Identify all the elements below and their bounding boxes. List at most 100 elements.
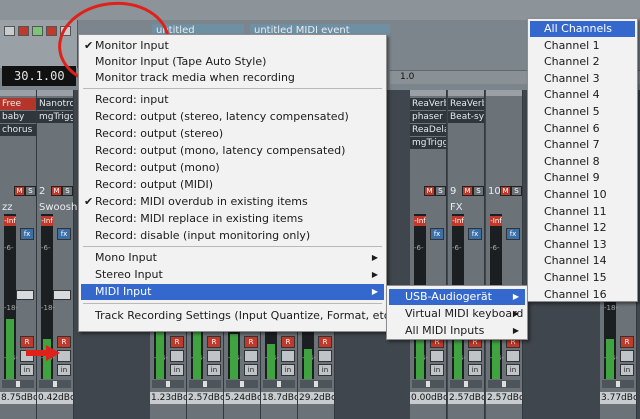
menu-item[interactable]: Record: input [81, 92, 384, 108]
input-button[interactable]: in [170, 364, 184, 376]
menu-item[interactable]: Track Recording Settings (Input Quantize… [81, 308, 405, 324]
menu-item[interactable]: Monitor Input (Tape Auto Style) [81, 54, 384, 70]
solo-button[interactable]: S [473, 186, 484, 196]
pan-knob[interactable] [226, 380, 258, 388]
input-button[interactable]: in [430, 364, 444, 376]
fx-button[interactable]: fx [20, 228, 34, 240]
mute-button[interactable]: M [14, 186, 25, 196]
volume-fader[interactable] [53, 290, 71, 300]
fx-slot[interactable]: Beat-synth [448, 111, 484, 123]
fx-slot[interactable]: chorus [0, 124, 36, 136]
menu-item[interactable]: Monitor track media when recording [81, 70, 384, 86]
menu-item[interactable]: Channel 13 [530, 237, 635, 253]
record-arm-button[interactable]: R [207, 336, 221, 348]
volume-readout[interactable]: 2.57dBcente [187, 392, 223, 404]
volume-fader[interactable] [16, 290, 34, 300]
menu-item[interactable]: All MIDI Inputs ▶ [389, 323, 525, 339]
menu-item[interactable]: Channel 6 [530, 121, 635, 137]
mute-button[interactable]: M [462, 186, 473, 196]
volume-readout[interactable]: 8.75dBcente [0, 392, 36, 404]
menu-item[interactable]: Channel 10 [530, 187, 635, 203]
fx-slot[interactable]: ReaVerbate [448, 98, 484, 110]
input-button[interactable]: in [318, 364, 332, 376]
volume-readout[interactable]: 18.7dBcente [261, 392, 297, 404]
fx-button[interactable]: fx [506, 228, 520, 240]
fx-slot[interactable]: baby [0, 111, 36, 123]
speaker-icon[interactable] [244, 350, 258, 362]
fx-slot[interactable]: Free [0, 98, 36, 110]
input-button[interactable]: in [244, 364, 258, 376]
menu-item[interactable]: Record: output (mono, latency compensate… [81, 143, 384, 159]
menu-item[interactable]: Channel 12 [530, 220, 635, 236]
fx-slot[interactable]: phaser [410, 111, 446, 123]
record-arm-button[interactable]: R [244, 336, 258, 348]
menu-item[interactable]: Channel 5 [530, 104, 635, 120]
fx-slot[interactable]: ReaVerbate [410, 98, 446, 110]
speaker-icon[interactable] [281, 350, 295, 362]
input-button[interactable]: in [281, 364, 295, 376]
solo-button[interactable]: S [62, 186, 73, 196]
fx-slot[interactable]: mgTriggerG [37, 111, 73, 123]
menu-item[interactable]: Channel 7 [530, 137, 635, 153]
pan-knob[interactable] [412, 380, 444, 388]
input-button[interactable]: in [57, 364, 71, 376]
solo-button[interactable]: S [25, 186, 36, 196]
volume-readout[interactable]: 0.00dBcente [410, 392, 446, 404]
menu-item[interactable]: USB-Audiogerät ▶ [389, 289, 525, 305]
pan-knob[interactable] [602, 380, 634, 388]
volume-readout[interactable]: 2.57dBcente [448, 392, 484, 404]
pan-knob[interactable] [263, 380, 295, 388]
menu-item[interactable]: Channel 2 [530, 54, 635, 70]
input-button[interactable]: in [468, 364, 482, 376]
speaker-icon[interactable] [170, 350, 184, 362]
menu-item[interactable]: Channel 14 [530, 253, 635, 269]
input-button[interactable]: in [207, 364, 221, 376]
speaker-icon[interactable] [620, 350, 634, 362]
record-arm-button[interactable]: R [318, 336, 332, 348]
mute-button[interactable]: M [424, 186, 435, 196]
menu-item[interactable]: Channel 16 [530, 287, 635, 303]
volume-readout[interactable]: 5.24dBcente [224, 392, 260, 404]
menu-item[interactable]: Virtual MIDI keyboard ▶ [389, 306, 525, 322]
menu-item[interactable]: MIDI Input ▶ [81, 284, 384, 300]
pan-knob[interactable] [300, 380, 332, 388]
solo-button[interactable]: S [435, 186, 446, 196]
menu-item[interactable]: ✔ Record: MIDI overdub in existing items [81, 194, 384, 210]
fx-slot[interactable]: Nanotron 2 [37, 98, 73, 110]
menu-item[interactable]: Record: disable (input monitoring only) [81, 228, 384, 244]
speaker-icon[interactable] [468, 350, 482, 362]
volume-readout[interactable]: 29.2dBcente [298, 392, 334, 404]
mute-button[interactable]: M [500, 186, 511, 196]
menu-item[interactable]: Channel 8 [530, 154, 635, 170]
volume-readout[interactable]: 1.23dBcente [150, 392, 186, 404]
menu-item[interactable]: Channel 1 [530, 38, 635, 54]
menu-item[interactable]: Channel 11 [530, 204, 635, 220]
speaker-icon[interactable] [506, 350, 520, 362]
volume-readout[interactable]: 2.57dBcente [486, 392, 522, 404]
solo-button[interactable]: S [511, 186, 522, 196]
volume-readout[interactable]: 3.77dBcente [600, 392, 636, 404]
menu-item[interactable]: ✔ Monitor Input [81, 38, 384, 54]
pan-knob[interactable] [39, 380, 71, 388]
menu-item[interactable]: Record: output (mono) [81, 160, 384, 176]
bpm-display[interactable]: 30.1.00 [2, 66, 76, 86]
pan-knob[interactable] [189, 380, 221, 388]
monitor-button[interactable] [32, 26, 43, 36]
menu-item[interactable]: Channel 3 [530, 71, 635, 87]
pan-knob[interactable] [2, 380, 34, 388]
speaker-icon[interactable] [318, 350, 332, 362]
record-arm-button[interactable]: R [170, 336, 184, 348]
pan-knob[interactable] [152, 380, 184, 388]
menu-item[interactable]: Stereo Input ▶ [81, 267, 384, 283]
menu-item[interactable]: Record: output (stereo, latency compensa… [81, 109, 384, 125]
input-button[interactable]: in [620, 364, 634, 376]
record-arm-button[interactable]: R [281, 336, 295, 348]
fx-button[interactable]: fx [430, 228, 444, 240]
pan-knob[interactable] [488, 380, 520, 388]
speaker-icon[interactable] [430, 350, 444, 362]
menu-item[interactable]: Channel 15 [530, 270, 635, 286]
menu-item[interactable]: Record: output (stereo) [81, 126, 384, 142]
mute-button[interactable]: M [51, 186, 62, 196]
mute-button[interactable] [46, 26, 57, 36]
menu-item[interactable]: Record: output (MIDI) [81, 177, 384, 193]
